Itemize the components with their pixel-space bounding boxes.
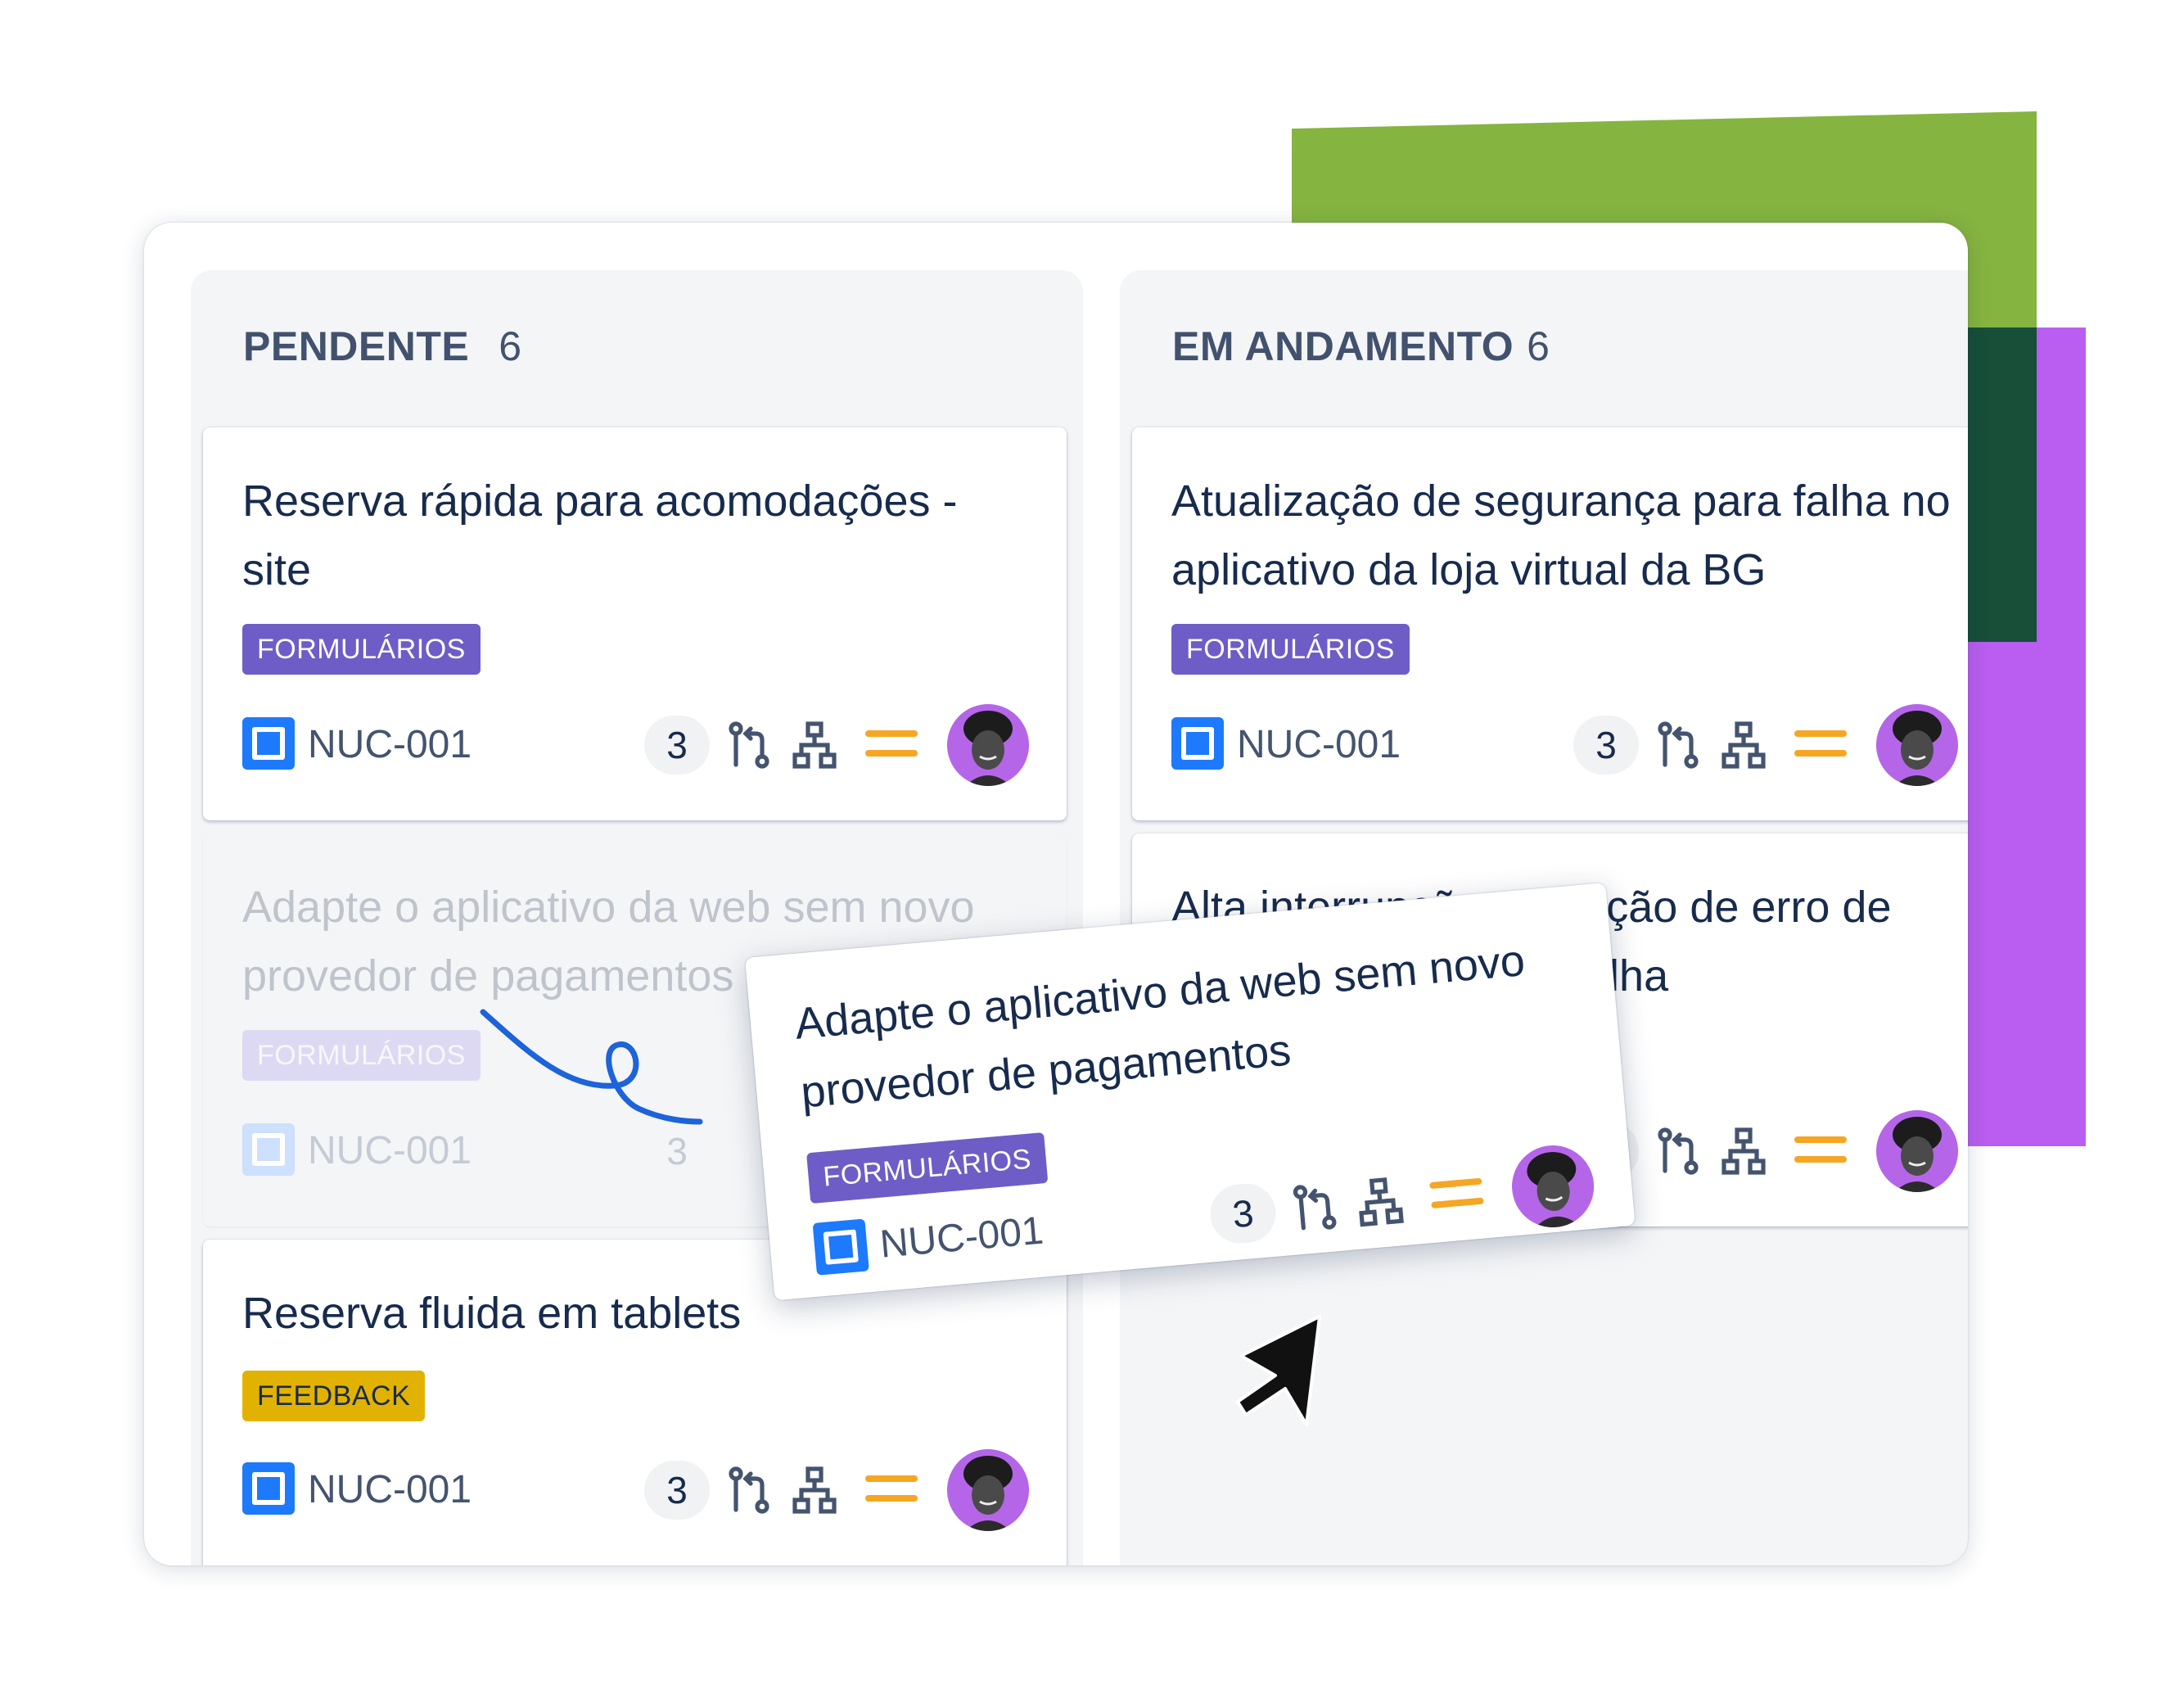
label-tag: FORMULÁRIOS [242, 1030, 481, 1081]
hierarchy-icon [1359, 1177, 1404, 1227]
card-footer: NUC-001 3 [1171, 702, 1958, 788]
pull-request-icon [1658, 1127, 1699, 1175]
card-footer: NUC-001 3 [242, 1448, 1029, 1533]
comment-count: 3 [1207, 1181, 1279, 1246]
decor-dark-green-shape [1965, 328, 2037, 642]
avatar[interactable] [1876, 1110, 1958, 1192]
task-icon [812, 1218, 869, 1276]
pull-request-icon [1293, 1185, 1337, 1231]
issue-key[interactable]: NUC-001 [1237, 722, 1401, 767]
card-footer: NUC-001 3 [242, 702, 1029, 788]
column-title: EM ANDAMENTO [1172, 323, 1514, 369]
issue-card[interactable]: Reserva rápida para acomodações - site F… [203, 427, 1067, 820]
priority-medium-icon [865, 1475, 918, 1502]
card-meta: 3 [644, 702, 1029, 788]
task-icon [242, 717, 295, 770]
task-icon [1171, 717, 1224, 770]
column-count: 6 [1527, 323, 1550, 369]
avatar[interactable] [1876, 704, 1958, 786]
issue-key[interactable]: NUC-001 [878, 1208, 1045, 1267]
avatar-face-icon [1876, 704, 1958, 786]
priority-medium-icon [865, 730, 918, 757]
card-title: Adapte o aplicativo da web sem novo prov… [792, 936, 1527, 1118]
issue-key[interactable]: NUC-001 [308, 722, 472, 767]
avatar-face-icon [1512, 1145, 1595, 1230]
avatar[interactable] [947, 704, 1029, 786]
comment-count: 3 [1573, 716, 1639, 775]
column-header: PENDENTE 6 [243, 323, 522, 370]
comment-count: 3 [644, 1461, 710, 1520]
priority-medium-icon [1794, 1136, 1847, 1163]
issue-card[interactable]: Atualização de segurança para falha no a… [1132, 427, 1968, 820]
card-title: Reserva rápida para acomodações - site [242, 477, 958, 594]
task-icon [242, 1462, 295, 1515]
comment-count: 3 [644, 716, 710, 775]
avatar-face-icon [947, 704, 1029, 786]
label-tag: FORMULÁRIOS [1171, 624, 1410, 675]
avatar[interactable] [947, 1449, 1029, 1531]
card-title: Atualização de segurança para falha no a… [1171, 477, 1951, 594]
priority-medium-icon [1429, 1177, 1484, 1208]
mouse-cursor-icon [1236, 1315, 1321, 1426]
task-icon [242, 1123, 295, 1176]
squiggle-doodle [480, 1009, 703, 1125]
card-meta: 3 [644, 1448, 1029, 1533]
issue-key: NUC-001 [308, 1129, 472, 1172]
hierarchy-icon [1721, 1127, 1766, 1175]
issue-card[interactable]: Reserva fluida em tablets FEEDBACK NUC-0… [203, 1240, 1067, 1565]
avatar-face-icon [1876, 1110, 1958, 1192]
card-meta: 3 [1573, 702, 1958, 788]
avatar[interactable] [1508, 1141, 1598, 1231]
pull-request-icon [729, 1466, 769, 1514]
column-count: 6 [499, 323, 522, 369]
label-tag: FEEDBACK [242, 1371, 426, 1421]
column-title: PENDENTE [243, 323, 470, 369]
issue-key[interactable]: NUC-001 [308, 1467, 472, 1512]
pull-request-icon [1658, 721, 1699, 769]
column-header: EM ANDAMENTO 6 [1172, 323, 1550, 370]
kanban-board: PENDENTE 6 Reserva rápida para acomodaçõe… [144, 223, 1968, 1565]
hierarchy-icon [792, 721, 837, 769]
hierarchy-icon [792, 1466, 837, 1514]
column-pendente: PENDENTE 6 Reserva rápida para acomodaçõe… [191, 270, 1083, 1565]
avatar-face-icon [947, 1449, 1029, 1531]
priority-medium-icon [1794, 730, 1847, 757]
label-tag: FORMULÁRIOS [242, 624, 481, 675]
pull-request-icon [729, 721, 769, 769]
hierarchy-icon [1721, 721, 1766, 769]
card-title: Reserva fluida em tablets [242, 1289, 742, 1338]
